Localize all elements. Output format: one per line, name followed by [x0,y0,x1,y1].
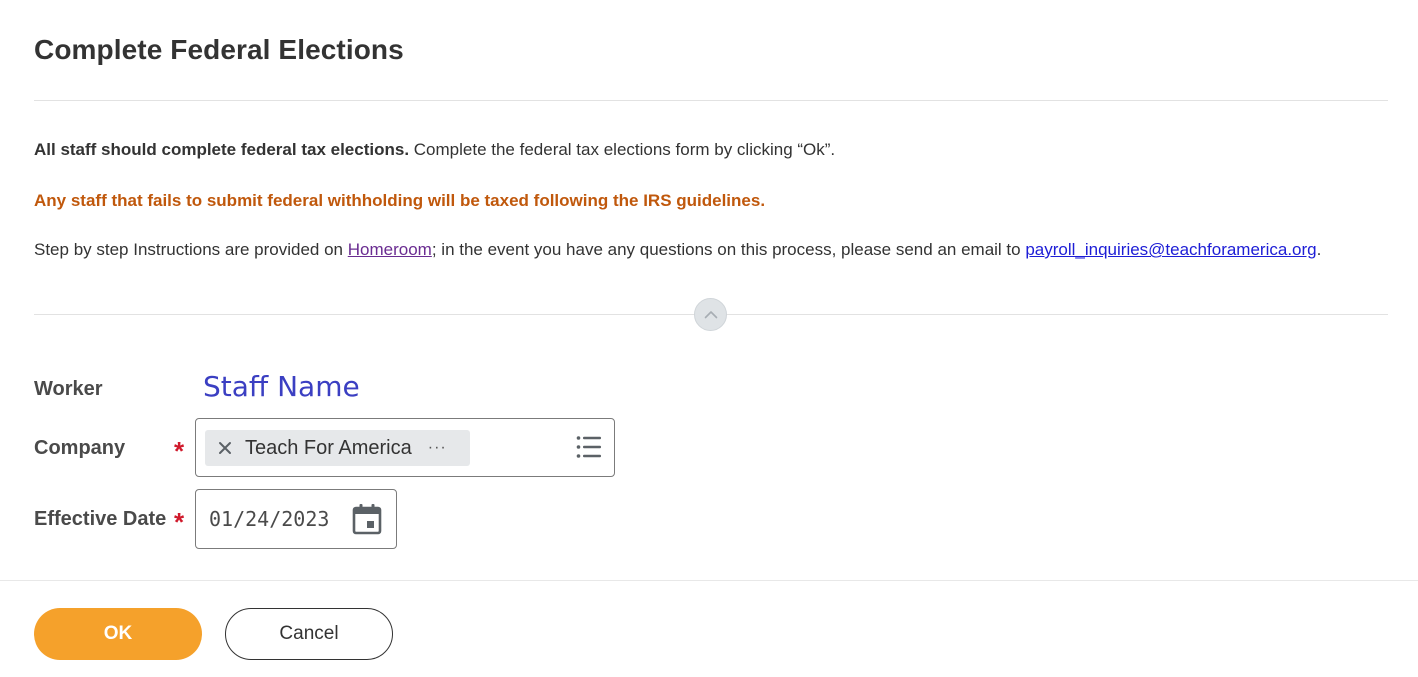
effective-date-label: Effective Date [34,508,167,530]
instruction-middle: ; in the event you have any questions on… [431,240,1026,259]
ok-button[interactable]: OK [34,608,202,660]
warning-text: Any staff that fails to submit federal w… [34,191,766,210]
more-options-button[interactable]: ··· [428,439,447,457]
footer-divider [0,580,1418,581]
calendar-icon [352,504,382,535]
page-title: Complete Federal Elections [34,34,404,65]
required-indicator: * [174,436,185,466]
effective-date-field[interactable]: 01/24/2023 [195,489,397,549]
prompt-list-button[interactable] [576,435,602,464]
remove-selection-button[interactable] [205,441,245,455]
company-label: Company [34,437,126,459]
instruction-line-1: All staff should complete federal tax el… [34,139,835,161]
homeroom-link[interactable]: Homeroom [348,240,432,259]
chevron-up-icon [704,311,717,319]
effective-date-value[interactable]: 01/24/2023 [209,507,329,531]
collapse-button[interactable] [694,298,727,331]
worker-value: Staff Name [203,370,360,403]
list-icon [576,436,601,458]
instruction-suffix: . [1316,240,1322,259]
instruction-text: Complete the federal tax elections form … [409,140,836,159]
close-icon [219,442,231,454]
company-value: Teach For America [245,436,412,459]
title-divider [34,100,1388,101]
calendar-button[interactable] [352,503,382,540]
company-selected-pill[interactable]: Teach For America ··· [205,430,470,466]
instruction-bold-text: All staff should complete federal tax el… [34,140,410,159]
cancel-button[interactable]: Cancel [225,608,393,660]
required-indicator: * [174,507,185,537]
instruction-line-3: Step by step Instructions are provided o… [34,239,1321,261]
instruction-prefix: Step by step Instructions are provided o… [34,240,348,259]
company-field[interactable]: Teach For America ··· [195,418,615,477]
worker-label: Worker [34,378,103,400]
email-link[interactable]: payroll_inquiries@teachforamerica.org [1025,240,1316,259]
